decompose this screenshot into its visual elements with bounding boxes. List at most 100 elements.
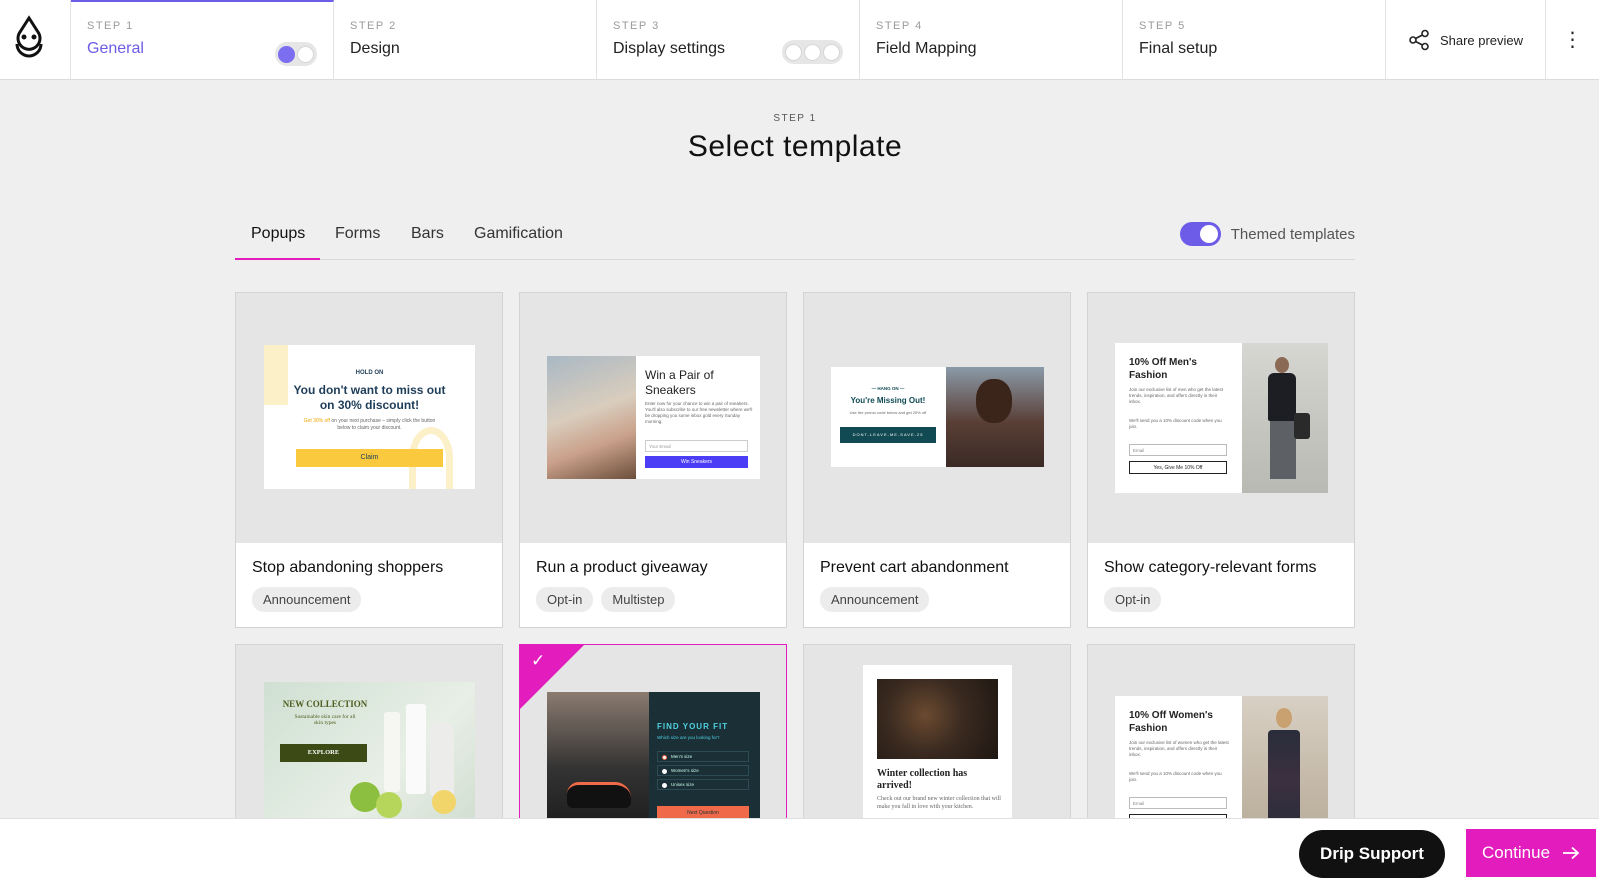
template-card[interactable]: Win a Pair of Sneakers Enter now for you… [519, 292, 787, 628]
preview-cta-button: Win Sneakers [645, 456, 748, 468]
template-tags: Announcement [820, 587, 1054, 612]
preview-headline: 10% Off Men's Fashion [1129, 357, 1197, 381]
preview-headline: FIND YOUR FIT [657, 722, 729, 731]
preview-option-label: Men's size [671, 754, 693, 759]
template-preview: Winter collection has arrived! Check out… [804, 645, 1070, 843]
preview-popup: — HANG ON — You're Missing Out! Use the … [831, 367, 1044, 467]
preview-email-field: Email [1129, 797, 1227, 809]
preview-photo-bag [1294, 413, 1310, 439]
template-title: Show category-relevant forms [1104, 559, 1317, 576]
step-progress-dots [782, 40, 843, 64]
template-title: Run a product giveaway [536, 559, 708, 576]
preview-body-secondary: We'll send you a 10% discount code when … [1129, 418, 1222, 429]
drip-support-button[interactable]: Drip Support [1299, 830, 1445, 878]
share-preview-button[interactable]: Share preview [1386, 0, 1546, 80]
template-card[interactable]: — HANG ON — You're Missing Out! Use the … [803, 292, 1071, 628]
template-card-selected[interactable]: ✓ FIND YOUR FIT Which size are you looki… [519, 644, 787, 844]
continue-button[interactable]: Continue [1466, 829, 1596, 877]
preview-body: Enter now for your chance to win a pair … [645, 401, 753, 424]
step-display-settings[interactable]: STEP 3 Display settings [597, 0, 860, 80]
arrow-right-icon [1563, 846, 1580, 860]
tab-popups[interactable]: Popups [235, 225, 320, 260]
step-number: STEP 4 [876, 20, 923, 32]
preview-radio-icon [662, 755, 667, 760]
progress-dot-filled [278, 45, 295, 63]
preview-popup: 10% Off Women's Fashion Join our exclusi… [1115, 696, 1328, 836]
template-card[interactable]: 10% Off Women's Fashion Join our exclusi… [1087, 644, 1355, 844]
preview-body: Use the promo code below and get 25% off [849, 410, 927, 415]
themed-templates-toggle[interactable] [1179, 222, 1221, 246]
preview-headline: You don't want to miss out on 30% discou… [293, 383, 446, 412]
template-preview: 10% Off Women's Fashion Join our exclusi… [1088, 645, 1354, 843]
step-final-setup[interactable]: STEP 5 Final setup [1123, 0, 1386, 80]
preview-headline: Win a Pair of Sneakers [645, 368, 714, 397]
template-card[interactable]: NEW COLLECTION Sustainable skin care for… [235, 644, 503, 844]
template-preview: Win a Pair of Sneakers Enter now for you… [520, 293, 786, 543]
step-number: STEP 2 [350, 20, 397, 32]
preview-photo-bottle [384, 712, 400, 792]
preview-photo-bottle [430, 722, 454, 796]
themed-templates-label: Themed templates [1230, 225, 1355, 243]
step-number: STEP 5 [1139, 20, 1186, 32]
preview-photo-sneaker [547, 356, 636, 479]
preview-promo-code: DONT-LEAVE-ME-SAVE-25 [840, 427, 936, 443]
preview-option: Women's size [657, 765, 749, 776]
step-title: Field Mapping [876, 40, 977, 57]
preview-radio-icon [662, 769, 667, 774]
preview-body: Sustainable skin care for all skin types [294, 714, 356, 726]
preview-body-text: on your next purchase – simply click the… [331, 418, 436, 431]
selected-corner-badge [520, 645, 584, 709]
preview-photo-dress [1268, 730, 1300, 830]
preview-option-label: Women's size [671, 768, 699, 773]
tab-bars[interactable]: Bars [411, 225, 444, 260]
step-title: Final setup [1139, 40, 1218, 57]
preview-photo-lemon [432, 790, 456, 814]
template-tag: Opt-in [536, 587, 594, 612]
preview-option: Unisex size [657, 779, 749, 790]
preview-cta-button: Yes, Give Me 10% Off [1129, 461, 1227, 474]
template-card[interactable]: HOLD ON You don't want to miss out on 30… [235, 292, 503, 628]
preview-photo-face [976, 379, 1012, 423]
preview-popup: 10% Off Men's Fashion Join our exclusive… [1115, 343, 1328, 493]
preview-photo-head [1276, 708, 1292, 728]
template-preview: — HANG ON — You're Missing Out! Use the … [804, 293, 1070, 543]
preview-headline: 10% Off Women's Fashion [1129, 710, 1213, 734]
step-design[interactable]: STEP 2 Design [334, 0, 597, 80]
template-preview: 10% Off Men's Fashion Join our exclusive… [1088, 293, 1354, 543]
template-tags: Opt-in Multistep [536, 587, 770, 612]
template-preview: HOLD ON You don't want to miss out on 30… [236, 293, 502, 543]
preview-photo-man [946, 367, 1044, 467]
preview-popup: Winter collection has arrived! Check out… [863, 665, 1012, 835]
step-general[interactable]: STEP 1 General [71, 0, 334, 80]
share-icon [1409, 29, 1429, 51]
preview-photo-model [1242, 696, 1328, 836]
preview-body-accent: Get 30% off [303, 418, 330, 424]
preview-popup: NEW COLLECTION Sustainable skin care for… [264, 682, 475, 832]
preview-cta-button: EXPLORE [280, 744, 367, 762]
template-card[interactable]: 10% Off Men's Fashion Join our exclusive… [1087, 292, 1355, 628]
preview-body: Check out our brand new winter collectio… [877, 796, 1001, 810]
preview-radio-icon [662, 783, 667, 788]
preview-kicker: HOLD ON [355, 370, 384, 376]
preview-body: Join our exclusive list of men who get t… [1129, 387, 1224, 404]
progress-dot [297, 45, 314, 63]
template-tag: Announcement [252, 587, 362, 612]
themed-templates-toggle-group: Themed templates [1179, 222, 1355, 246]
template-card[interactable]: Winter collection has arrived! Check out… [803, 644, 1071, 844]
preview-photo-bottle [406, 704, 426, 794]
page-title: Select template [687, 130, 903, 163]
template-tag: Multistep [601, 587, 676, 612]
preview-popup: Win a Pair of Sneakers Enter now for you… [547, 356, 760, 479]
tab-forms[interactable]: Forms [335, 225, 380, 260]
step-field-mapping[interactable]: STEP 4 Field Mapping [860, 0, 1123, 80]
drip-logo[interactable] [0, 0, 71, 80]
preview-photo-model [1242, 343, 1328, 493]
share-preview-label: Share preview [1439, 32, 1524, 48]
preview-photo-shoe [547, 692, 649, 832]
preview-body: Join our exclusive list of women who get… [1129, 740, 1229, 757]
preview-popup: FIND YOUR FIT Which size are you looking… [547, 692, 760, 832]
tab-gamification[interactable]: Gamification [474, 225, 563, 260]
preview-kicker: — HANG ON — [871, 386, 905, 391]
preview-photo-lime [376, 792, 402, 818]
more-options-icon[interactable]: ⋮ [1546, 0, 1599, 79]
